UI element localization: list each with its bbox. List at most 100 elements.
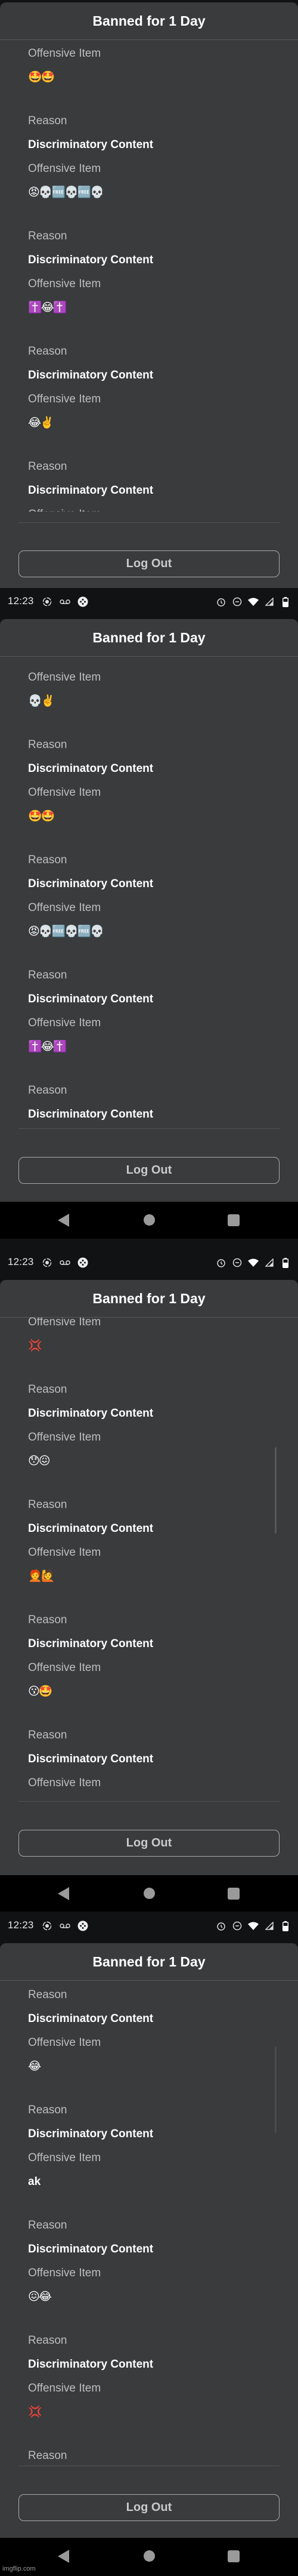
reason-label: Reason — [28, 460, 67, 473]
ban-modal: Banned for 1 Day Offensive Item 💢 Reason… — [0, 1280, 298, 1875]
ban-entry: Reason Discriminatory Content Offensive … — [28, 109, 298, 214]
offensive-item-value: 😯😖 — [28, 1455, 51, 1467]
back-icon[interactable] — [58, 1887, 69, 1900]
alarm-icon — [216, 1921, 226, 1931]
divider — [18, 1801, 280, 1802]
offensive-item-value: 💢 — [28, 2406, 42, 2418]
offensive-item-value: ✝️😂✝️ — [28, 301, 67, 314]
android-nav-bar — [0, 1202, 298, 1239]
reason-value: Discriminatory Content — [28, 1753, 154, 1765]
home-icon[interactable] — [144, 1214, 155, 1226]
screen-record-icon — [42, 1921, 52, 1931]
scrollbar[interactable] — [275, 1447, 277, 1534]
ban-entry: Reason Discriminatory Content Offensive … — [28, 340, 298, 444]
reason-label: Reason — [28, 969, 67, 981]
offensive-item-label: Offensive Item — [28, 1431, 101, 1444]
ban-entry: Reason Discriminatory Content Offensive … — [28, 2329, 298, 2433]
wifi-icon — [248, 1257, 259, 1268]
reason-value: Discriminatory Content — [28, 762, 154, 775]
cell-signal-icon — [264, 1257, 275, 1268]
offensive-item-label: Offensive Item — [28, 1661, 101, 1674]
reason-value: Discriminatory Content — [28, 2012, 154, 2025]
offensive-item-label: Offensive Item — [28, 1546, 101, 1559]
ban-entry: Reason Discriminatory Content Offensive … — [28, 2214, 298, 2318]
reason-value: Discriminatory Content — [28, 2128, 154, 2140]
ban-entry: Reason Discriminatory Content Offensive … — [28, 224, 298, 329]
reason-value: Discriminatory Content — [28, 2358, 154, 2371]
do-not-disturb-icon — [232, 1257, 243, 1268]
game-controller-icon — [77, 596, 88, 607]
ban-entries-list[interactable]: Reason Discriminatory Content Offensive … — [0, 1981, 298, 2470]
reason-value: Discriminatory Content — [28, 254, 154, 266]
screen-3: 12:23 Banned for 1 Day Offensive Item 💢 … — [0, 1249, 298, 1912]
cell-signal-icon — [264, 596, 275, 607]
screen-record-icon — [42, 1257, 52, 1268]
offensive-item-value: 💢 — [28, 1340, 42, 1352]
ban-entry: Reason Discriminatory Content Offensive … — [28, 964, 298, 1068]
divider — [18, 522, 280, 523]
battery-icon — [280, 596, 291, 607]
reason-label: Reason — [28, 738, 67, 751]
voicemail-icon — [60, 596, 70, 607]
alarm-icon — [216, 1257, 226, 1268]
divider — [18, 1128, 280, 1129]
offensive-item-value: ak — [28, 2175, 41, 2188]
offensive-item-value: 😡💀🆓💀🆓💀 — [28, 186, 104, 199]
ban-entry: Reason Discriminatory Content Offensive … — [28, 1724, 298, 1795]
status-bar: 12:23 — [0, 1249, 298, 1280]
offensive-item-label: Offensive Item — [28, 1318, 101, 1328]
home-icon[interactable] — [144, 1888, 155, 1899]
reason-value: Discriminatory Content — [28, 1522, 154, 1535]
ban-entry: Reason Discriminatory Content Offensive … — [28, 733, 298, 838]
ban-modal: Banned for 1 Day Offensive Item 💀✌️ Reas… — [0, 619, 298, 1202]
ban-entries-list[interactable]: Offensive Item 🤩🤩 Reason Discriminatory … — [0, 40, 298, 512]
offensive-item-label: Offensive Item — [28, 2152, 101, 2164]
ban-entries-list[interactable]: Offensive Item 💢 Reason Discriminatory C… — [0, 1318, 298, 1795]
game-controller-icon — [77, 1921, 88, 1931]
log-out-button[interactable]: Log Out — [18, 550, 280, 577]
reason-label: Reason — [28, 230, 67, 242]
log-out-button[interactable]: Log Out — [18, 2494, 280, 2521]
home-icon[interactable] — [144, 2550, 155, 2562]
wifi-icon — [248, 1921, 259, 1931]
modal-title: Banned for 1 Day — [0, 2, 298, 40]
offensive-item-value: 😂 — [28, 2060, 41, 2073]
game-controller-icon — [77, 1257, 88, 1268]
recents-icon[interactable] — [228, 1214, 240, 1226]
offensive-item-label: Offensive Item — [28, 2382, 101, 2395]
offensive-item-label: Offensive Item — [28, 1777, 101, 1789]
scrollbar[interactable] — [275, 2046, 277, 2133]
ban-entry: Reason Discriminatory Content Offensive … — [28, 2098, 298, 2203]
modal-title: Banned for 1 Day — [0, 1280, 298, 1318]
reason-value: Discriminatory Content — [28, 1638, 154, 1650]
reason-label: Reason — [28, 2334, 67, 2347]
reason-value: Discriminatory Content — [28, 993, 154, 1005]
cell-signal-icon — [264, 1921, 275, 1931]
reason-value: Discriminatory Content — [28, 139, 154, 151]
offensive-item-value: 😡💀🆓💀🆓💀 — [28, 925, 104, 938]
reason-label: Reason — [28, 1084, 67, 1097]
offensive-item-value: 😗🤩 — [28, 1685, 52, 1698]
back-icon[interactable] — [58, 2550, 69, 2563]
reason-label: Reason — [28, 2104, 67, 2116]
clock: 12:23 — [8, 1256, 34, 1267]
reason-value: Discriminatory Content — [28, 2243, 154, 2255]
reason-label: Reason — [28, 1614, 67, 1626]
reason-label: Reason — [28, 1498, 67, 1511]
ban-entry: Reason Discriminatory Content Offensive … — [28, 1608, 298, 1713]
recents-icon[interactable] — [228, 1888, 240, 1900]
ban-entries-list[interactable]: Offensive Item 💀✌️ Reason Discriminatory… — [0, 657, 298, 1128]
offensive-item-value: ✝️😂✝️ — [28, 1041, 67, 1053]
log-out-button[interactable]: Log Out — [18, 1830, 280, 1857]
reason-label: Reason — [28, 2449, 67, 2462]
reason-label: Reason — [28, 2219, 67, 2232]
back-icon[interactable] — [58, 1214, 69, 1227]
android-nav-bar: imgflip.com — [0, 2538, 298, 2576]
clock: 12:23 — [8, 595, 34, 607]
ban-entry: Reason Discriminatory Content Offensive … — [28, 1378, 298, 1482]
offensive-item-label: Offensive Item — [28, 2267, 101, 2279]
reason-label: Reason — [28, 1383, 67, 1396]
battery-icon — [280, 1921, 291, 1931]
log-out-button[interactable]: Log Out — [18, 1157, 280, 1184]
recents-icon[interactable] — [228, 2550, 240, 2562]
